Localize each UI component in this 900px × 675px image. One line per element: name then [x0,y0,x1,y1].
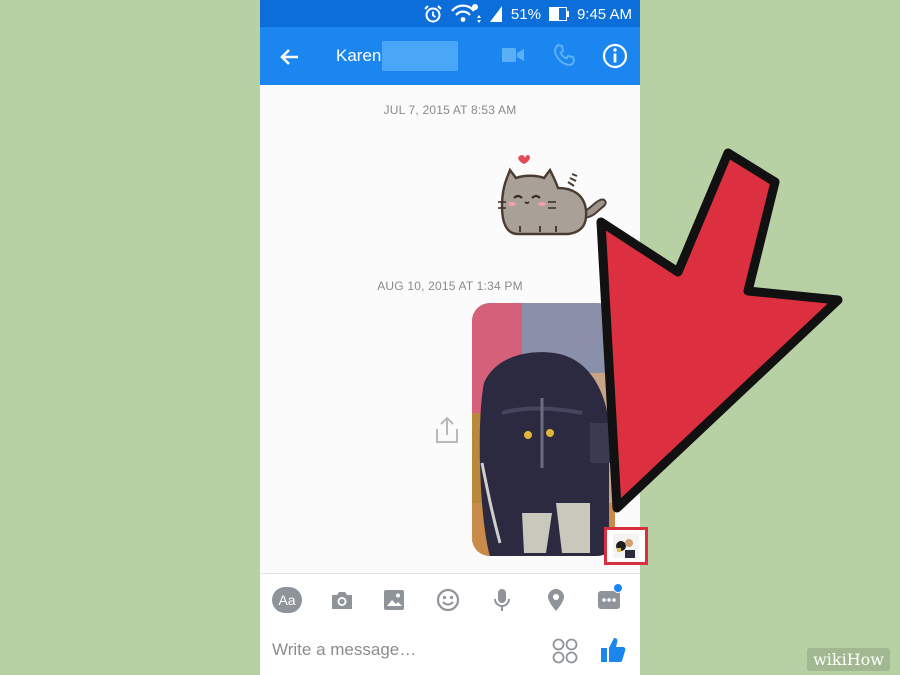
red-pointer-arrow-icon [596,148,843,513]
wikihow-watermark: wikiHow [807,648,890,671]
seen-avatar-highlight[interactable] [604,527,648,565]
